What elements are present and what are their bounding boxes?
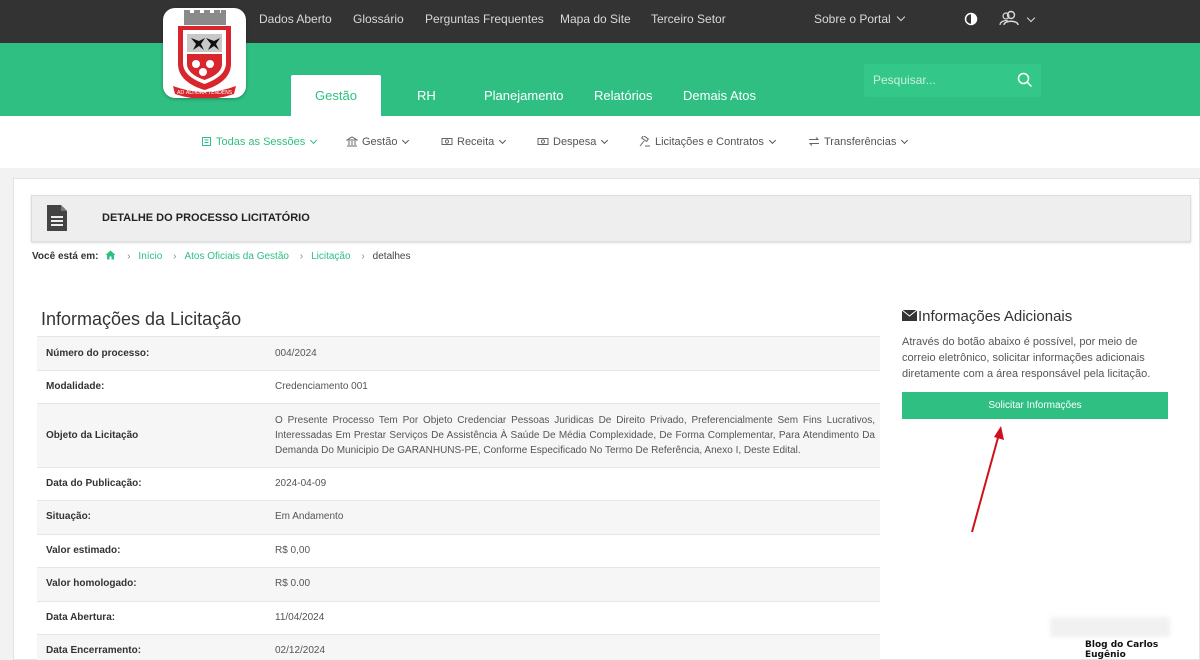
- row-value: 02/12/2024: [275, 645, 326, 656]
- row-value: O Presente Processo Tem Por Objeto Crede…: [275, 415, 875, 456]
- table-row: Situação: Em Andamento: [37, 500, 880, 534]
- breadcrumb-licitacao[interactable]: Licitação: [311, 251, 350, 262]
- bank-icon: [345, 136, 359, 147]
- subnav-despesa[interactable]: Despesa: [537, 136, 609, 148]
- table-row: Objeto da Licitação O Presente Processo T…: [37, 403, 880, 467]
- table-row: Número do processo: 004/2024: [37, 336, 880, 370]
- breadcrumb-separator: ›: [361, 251, 365, 262]
- row-value: 11/04/2024: [275, 612, 325, 623]
- topnav-link-dados-aberto[interactable]: Dados Aberto: [259, 12, 332, 26]
- subnav-label: Transferências: [824, 136, 897, 148]
- breadcrumb-separator: ›: [127, 251, 131, 262]
- subnav-label: Receita: [457, 136, 495, 148]
- subnav-label: Licitações e Contratos: [655, 136, 764, 148]
- info-table: Número do processo: 004/2024 Modalidade: C…: [37, 336, 880, 660]
- row-value: R$ 0.00: [275, 578, 311, 589]
- row-label: Data do Publicação:: [46, 478, 142, 489]
- row-label: Número do processo:: [46, 348, 150, 359]
- blurred-area: [1050, 617, 1170, 637]
- chevron-down-icon: [601, 136, 609, 145]
- coat-of-arms-icon: AD ALTIORA TENDENS: [173, 10, 236, 99]
- tab-demais-atos[interactable]: Demais Atos: [683, 88, 756, 103]
- table-row: Valor estimado: R$ 0,00: [37, 534, 880, 567]
- about-label: Sobre o Portal: [814, 12, 891, 26]
- building-icon: [202, 137, 211, 146]
- table-row: Data do Publicação: 2024-04-09: [37, 467, 880, 500]
- tab-relatorios[interactable]: Relatórios: [594, 88, 653, 103]
- document-icon: [47, 205, 67, 231]
- page-title: DETALHE DO PROCESSO LICITATÓRIO: [102, 212, 310, 224]
- tab-label: Gestão: [315, 88, 357, 103]
- row-label: Valor estimado:: [46, 545, 121, 556]
- breadcrumb-current: detalhes: [372, 251, 411, 262]
- chevron-down-icon: [402, 136, 410, 145]
- money-icon: [441, 138, 453, 145]
- row-value: 004/2024: [275, 348, 317, 359]
- info-heading: Informações da Licitação: [41, 309, 242, 329]
- search-input[interactable]: Pesquisar...: [873, 73, 936, 87]
- table-row: Data Encerramento: 02/12/2024: [37, 634, 880, 660]
- tab-rh[interactable]: RH: [417, 88, 436, 103]
- additional-heading-text: Informações Adicionais: [918, 308, 1073, 325]
- row-value: R$ 0,00: [275, 545, 311, 556]
- tab-gestao[interactable]: Gestão: [291, 75, 381, 116]
- row-value: 2024-04-09: [275, 478, 327, 489]
- table-row: Valor homologado: R$ 0.00: [37, 567, 880, 601]
- subnav-licitacoes-contratos[interactable]: Licitações e Contratos: [639, 134, 776, 148]
- row-value: Em Andamento: [275, 511, 344, 522]
- topnav-link-terceiro-setor[interactable]: Terceiro Setor: [651, 12, 726, 26]
- additional-heading: Informações Adicionais: [901, 308, 1073, 325]
- row-label: Objeto da Licitação: [46, 430, 139, 441]
- watermark: Blog do Carlos Eugênio: [1085, 640, 1159, 660]
- users-icon: [999, 10, 1019, 26]
- topnav-link-glossario[interactable]: Glossário: [353, 12, 404, 26]
- page-title-bar: DETALHE DO PROCESSO LICITATÓRIO: [31, 195, 1191, 242]
- request-info-button[interactable]: Solicitar Informações: [902, 392, 1168, 419]
- logo-motto: AD ALTIORA TENDENS: [177, 90, 232, 96]
- subnav-label: Despesa: [553, 136, 597, 148]
- search-box[interactable]: Pesquisar...: [864, 64, 1041, 97]
- subnav-todas-sessoes[interactable]: Todas as Sessões: [201, 136, 318, 148]
- additional-description: Através do botão abaixo é possível, por …: [902, 336, 1151, 380]
- contrast-icon[interactable]: [964, 12, 978, 31]
- chevron-down-icon: [499, 136, 507, 145]
- chevron-down-icon: [901, 136, 909, 145]
- gavel-icon: [639, 134, 650, 147]
- subnav-receita[interactable]: Receita: [441, 136, 507, 148]
- tab-planejamento[interactable]: Planejamento: [484, 88, 564, 103]
- annotation-arrow-icon: [971, 426, 1004, 533]
- row-label: Valor homologado:: [46, 578, 137, 589]
- table-row: Data Abertura: 11/04/2024: [37, 601, 880, 634]
- chevron-down-icon: [1027, 13, 1036, 23]
- chevron-down-icon: [896, 12, 905, 22]
- row-label: Modalidade:: [46, 381, 105, 392]
- row-label: Data Abertura:: [46, 612, 116, 623]
- home-icon[interactable]: [105, 250, 116, 260]
- row-label: Data Encerramento:: [46, 645, 142, 656]
- breadcrumb-separator: ›: [173, 251, 177, 262]
- chevron-down-icon: [768, 136, 776, 145]
- search-icon[interactable]: [1017, 72, 1033, 88]
- subnav-label: Gestão: [362, 136, 398, 148]
- exchange-icon: [808, 137, 820, 146]
- user-menu[interactable]: [999, 10, 1036, 31]
- money-icon: [537, 138, 549, 145]
- topnav-about-dropdown[interactable]: Sobre o Portal: [814, 12, 905, 26]
- chevron-down-icon: [310, 136, 318, 145]
- breadcrumb-prefix: Você está em:: [32, 251, 99, 262]
- breadcrumb-separator: ›: [299, 251, 304, 262]
- subnav-transferencias[interactable]: Transferências: [808, 136, 909, 148]
- subnav-gestao[interactable]: Gestão: [345, 136, 410, 148]
- topnav-link-mapa[interactable]: Mapa do Site: [560, 12, 631, 26]
- breadcrumb-inicio[interactable]: Início: [138, 251, 162, 262]
- envelope-icon: [901, 309, 918, 321]
- breadcrumb-atos-oficiais[interactable]: Atos Oficiais da Gestão: [184, 251, 289, 262]
- breadcrumb: Você está em: › Início › Atos Oficiais da …: [32, 250, 410, 262]
- municipal-logo[interactable]: AD ALTIORA TENDENS: [163, 8, 246, 99]
- row-value: Credenciamento 001: [275, 381, 368, 392]
- subnav-label: Todas as Sessões: [216, 136, 306, 148]
- topnav-link-perguntas[interactable]: Perguntas Frequentes: [425, 12, 544, 26]
- row-label: Situação:: [46, 511, 92, 522]
- table-row: Modalidade: Credenciamento 001: [37, 370, 880, 403]
